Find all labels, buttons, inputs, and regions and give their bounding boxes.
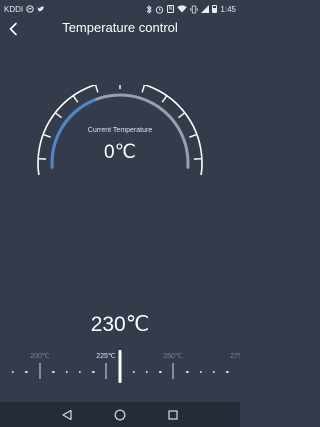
- vibrate-icon: [190, 5, 198, 14]
- temperature-ruler-slider[interactable]: 200℃ 225℃ 250℃ 275℃: [0, 346, 240, 390]
- clock: 1:45: [220, 4, 236, 14]
- gauge-tick: [94, 85, 99, 93]
- status-bar: KDDI N 1:45: [0, 0, 240, 18]
- gauge-tick: [72, 95, 79, 103]
- square-recents-icon: [168, 409, 178, 420]
- ruler-minor-dot: [185, 371, 189, 374]
- gauge-tick: [189, 133, 198, 138]
- gauge-tick: [161, 95, 168, 103]
- ruler-minor-dot: [25, 371, 28, 374]
- ruler-label: 275℃: [230, 353, 240, 360]
- current-temperature-value: 0℃: [104, 142, 136, 163]
- battery-icon: [212, 5, 218, 14]
- ruler-label-active: 225℃: [96, 353, 116, 360]
- ruler-label: 250℃: [163, 353, 183, 360]
- ruler-minor-dot: [145, 371, 149, 374]
- wifi-icon: [177, 5, 188, 14]
- gauge-tick: [42, 133, 51, 138]
- alarm-icon: [155, 5, 164, 14]
- circle-home-icon: [114, 409, 126, 420]
- ruler-minor-dot: [212, 371, 216, 374]
- ruler-minor-dot: [51, 371, 55, 374]
- nav-recents-button[interactable]: [161, 403, 185, 427]
- ruler-minor-dot: [199, 371, 202, 374]
- gauge-tick: [178, 112, 186, 119]
- ruler-minor-dot: [132, 371, 135, 374]
- nav-back-button[interactable]: [55, 403, 79, 427]
- gauge-tick: [54, 112, 62, 119]
- status-bar-right: N 1:45: [146, 4, 236, 14]
- ruler-indicator[interactable]: [118, 350, 122, 383]
- ruler-minor-dot: [78, 371, 82, 374]
- current-temperature-label: Current Temperature: [87, 127, 153, 134]
- gauge-tick: [141, 85, 146, 93]
- app-bar: Temperature control: [0, 18, 240, 40]
- ruler-minor-dot: [159, 371, 162, 374]
- triangle-back-icon: [62, 409, 72, 420]
- twitter-icon: [37, 5, 45, 14]
- ruler-major-tick: [39, 363, 41, 379]
- ruler-major-tick: [105, 363, 107, 379]
- bluetooth-icon: [146, 4, 152, 14]
- nav-home-button[interactable]: [108, 403, 132, 427]
- signal-icon: [201, 5, 210, 14]
- ruler-minor-dot: [92, 371, 95, 374]
- carrier-label: KDDI: [4, 4, 24, 14]
- ruler-label: 200℃: [30, 353, 50, 360]
- navigation-bar: [0, 402, 240, 427]
- nfc-icon: N: [166, 5, 175, 13]
- ruler-minor-dot: [65, 371, 68, 374]
- status-bar-left: KDDI: [4, 5, 45, 14]
- page-title: Temperature control: [62, 20, 178, 35]
- ruler-minor-dot: [226, 371, 229, 374]
- ruler-minor-dot: [11, 371, 15, 374]
- messenger-icon: [26, 5, 34, 14]
- setpoint-value: 230℃: [90, 313, 150, 336]
- ruler-major-tick: [172, 363, 174, 379]
